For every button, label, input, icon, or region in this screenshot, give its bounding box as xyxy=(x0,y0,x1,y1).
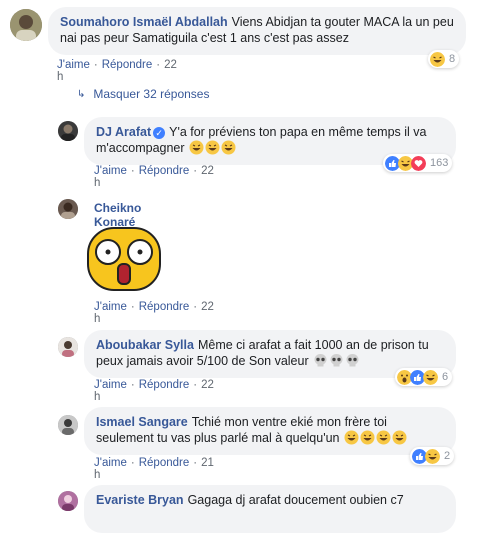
skull-emoji-icon xyxy=(330,354,343,367)
reaction-count: 163 xyxy=(430,157,449,169)
comment-author-link[interactable]: DJ Arafat xyxy=(96,125,151,139)
reaction-count: 2 xyxy=(444,450,451,462)
reaction-count: 6 xyxy=(442,371,449,383)
comment-text: Gagaga dj arafat doucement oubien c7 xyxy=(187,493,404,507)
avatar[interactable] xyxy=(58,337,78,357)
avatar-photo-icon xyxy=(58,121,78,141)
skull-emoji-icon xyxy=(346,354,359,367)
laughing-emoji-icon xyxy=(392,430,407,445)
reply-link[interactable]: Répondre xyxy=(102,59,153,71)
avatar-photo-icon xyxy=(58,415,78,435)
comment-author-link[interactable]: Aboubakar Sylla xyxy=(96,338,194,352)
reply-link[interactable]: Répondre xyxy=(139,457,190,469)
sticker-image[interactable] xyxy=(86,226,162,295)
reply-link[interactable]: Répondre xyxy=(139,301,190,313)
laughing-emoji-icon xyxy=(221,140,236,155)
hide-replies-link[interactable]: ↳ Masquer 32 réponses xyxy=(77,87,209,101)
avatar-photo-icon xyxy=(58,337,78,357)
like-link[interactable]: J'aime xyxy=(94,165,127,177)
like-link[interactable]: J'aime xyxy=(94,379,127,391)
comment-actions: J'aime · Répondre · 21 h xyxy=(94,457,214,481)
avatar[interactable] xyxy=(10,9,42,41)
reply-arrow-icon: ↳ xyxy=(77,88,86,100)
skull-emoji-icon xyxy=(314,354,327,367)
love-reaction-icon xyxy=(411,155,426,171)
reaction-count: 8 xyxy=(449,53,456,65)
reply-link[interactable]: Répondre xyxy=(139,165,190,177)
comment-bubble: Evariste Bryan Gagaga dj arafat doucement… xyxy=(84,485,456,533)
avatar-photo-icon xyxy=(58,491,78,511)
like-link[interactable]: J'aime xyxy=(94,457,127,469)
avatar-photo-icon xyxy=(10,9,42,41)
reply-link[interactable]: Répondre xyxy=(139,379,190,391)
avatar[interactable] xyxy=(58,199,78,219)
comment-actions: J'aime · Répondre · 22 h xyxy=(94,301,214,325)
verified-badge-icon: ✓ xyxy=(153,127,166,139)
laughing-emoji-icon xyxy=(189,140,204,155)
reaction-summary[interactable]: 163 xyxy=(383,154,453,172)
comment-actions: J'aime · Répondre · 22 h xyxy=(94,379,214,403)
haha-reaction-icon xyxy=(423,369,438,385)
comment-actions: J'aime · Répondre · 22 h xyxy=(94,165,214,189)
like-link[interactable]: J'aime xyxy=(94,301,127,313)
avatar[interactable] xyxy=(58,121,78,141)
comment-author-link[interactable]: Evariste Bryan xyxy=(96,493,184,507)
hide-replies-label: Masquer 32 réponses xyxy=(93,87,210,101)
avatar-photo-icon xyxy=(58,199,78,219)
comment-actions: J'aime · Répondre · 22 h xyxy=(57,59,177,83)
comment-author-link[interactable]: Cheikno Konaré xyxy=(94,201,141,229)
haha-reaction-icon xyxy=(430,51,445,67)
laughing-emoji-icon xyxy=(205,140,220,155)
laughing-emoji-icon xyxy=(344,430,359,445)
comment-author-link[interactable]: Ismael Sangare xyxy=(96,415,188,429)
shocked-face-sticker-icon xyxy=(87,227,161,291)
avatar[interactable] xyxy=(58,415,78,435)
reaction-summary[interactable]: 2 xyxy=(410,447,455,465)
avatar[interactable] xyxy=(58,491,78,511)
laughing-emoji-icon xyxy=(376,430,391,445)
comment-author-link[interactable]: Soumahoro Ismaël Abdallah xyxy=(60,15,228,29)
reaction-summary[interactable]: 6 xyxy=(395,368,453,386)
reaction-summary[interactable]: 8 xyxy=(428,50,460,68)
like-link[interactable]: J'aime xyxy=(57,59,90,71)
comment-bubble: Ismael Sangare Tchié mon ventre ekié mon … xyxy=(84,407,456,455)
haha-reaction-icon xyxy=(425,448,440,464)
comment-bubble: Soumahoro Ismaël Abdallah Viens Abidjan t… xyxy=(48,7,466,55)
laughing-emoji-icon xyxy=(360,430,375,445)
